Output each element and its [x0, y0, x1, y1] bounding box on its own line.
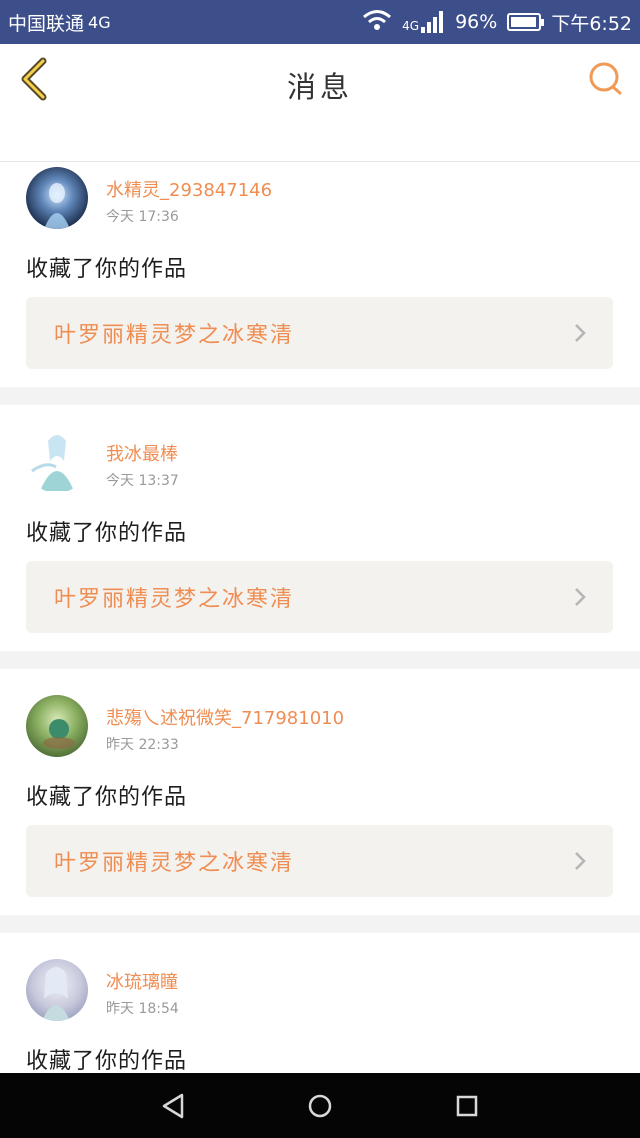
username[interactable]: 冰琉璃瞳 [106, 968, 178, 994]
work-link[interactable]: 叶罗丽精灵梦之冰寒清 [26, 825, 613, 897]
avatar[interactable] [26, 959, 88, 1021]
avatar[interactable] [26, 695, 88, 757]
username[interactable]: 我冰最棒 [106, 440, 178, 466]
message-time: 今天 17:36 [106, 209, 179, 225]
work-link[interactable]: 叶罗丽精灵梦之冰寒清 [26, 297, 613, 369]
avatar-image [31, 435, 74, 491]
work-title: 叶罗丽精灵梦之冰寒清 [54, 851, 295, 876]
username[interactable]: 水精灵_293847146 [106, 176, 272, 202]
triangle-back-icon [163, 1093, 184, 1118]
message-time: 今天 13:37 [106, 473, 179, 489]
battery-icon [507, 13, 545, 31]
chevron-right-icon [575, 852, 586, 870]
carrier-label: 中国联通 [8, 12, 85, 35]
avatar-image [42, 967, 70, 1021]
message-time: 昨天 18:54 [106, 1001, 179, 1017]
avatar[interactable] [26, 431, 88, 493]
message-item: 悲殤乀述祝微笑_717981010 昨天 22:33 收藏了你的作品 叶罗丽精灵… [0, 669, 640, 915]
separator [0, 915, 640, 933]
separator [0, 651, 640, 669]
status-right: 4G 96% 下午6:52 [362, 9, 632, 36]
action-text: 收藏了你的作品 [26, 785, 188, 810]
nav-home-button[interactable] [300, 1086, 340, 1126]
status-left: 中国联通 4G [8, 9, 111, 36]
work-link[interactable]: 叶罗丽精灵梦之冰寒清 [26, 561, 613, 633]
clock: 下午6:52 [551, 12, 632, 35]
avatar-image [44, 183, 70, 229]
separator [0, 387, 640, 405]
action-text: 收藏了你的作品 [26, 1049, 188, 1074]
action-text: 收藏了你的作品 [26, 257, 188, 282]
nav-recents-button[interactable] [447, 1086, 487, 1126]
chevron-right-icon [575, 588, 586, 606]
circle-home-icon [308, 1094, 332, 1117]
work-title: 叶罗丽精灵梦之冰寒清 [54, 587, 295, 612]
chevron-right-icon [575, 324, 586, 342]
message-item: 我冰最棒 今天 13:37 收藏了你的作品 叶罗丽精灵梦之冰寒清 [0, 405, 640, 651]
avatar[interactable] [26, 167, 88, 229]
status-bar: 中国联通 4G 4G 96% 下午6:52 [0, 0, 640, 44]
battery-percent: 96% [455, 11, 498, 33]
page-title: 消息 [286, 70, 353, 104]
username[interactable]: 悲殤乀述祝微笑_717981010 [106, 704, 344, 730]
search-icon [589, 62, 622, 95]
network-label: 4G [88, 12, 111, 32]
message-item: 水精灵_293847146 今天 17:36 收藏了你的作品 叶罗丽精灵梦之冰寒… [0, 163, 640, 387]
avatar-image [43, 719, 75, 749]
search-button[interactable] [586, 58, 626, 100]
square-recents-icon [456, 1095, 477, 1116]
signal-label: 4G [402, 19, 420, 33]
nav-back-button[interactable] [153, 1086, 193, 1126]
message-time: 昨天 22:33 [106, 737, 179, 753]
message-item: 冰琉璃瞳 昨天 18:54 收藏了你的作品 [0, 933, 640, 1074]
work-title: 叶罗丽精灵梦之冰寒清 [54, 323, 295, 348]
system-nav-bar [0, 1073, 640, 1138]
wifi-icon [362, 9, 392, 36]
message-list: 水精灵_293847146 今天 17:36 收藏了你的作品 叶罗丽精灵梦之冰寒… [0, 163, 640, 1074]
signal-icon: 4G [402, 11, 445, 33]
action-text: 收藏了你的作品 [26, 521, 188, 546]
